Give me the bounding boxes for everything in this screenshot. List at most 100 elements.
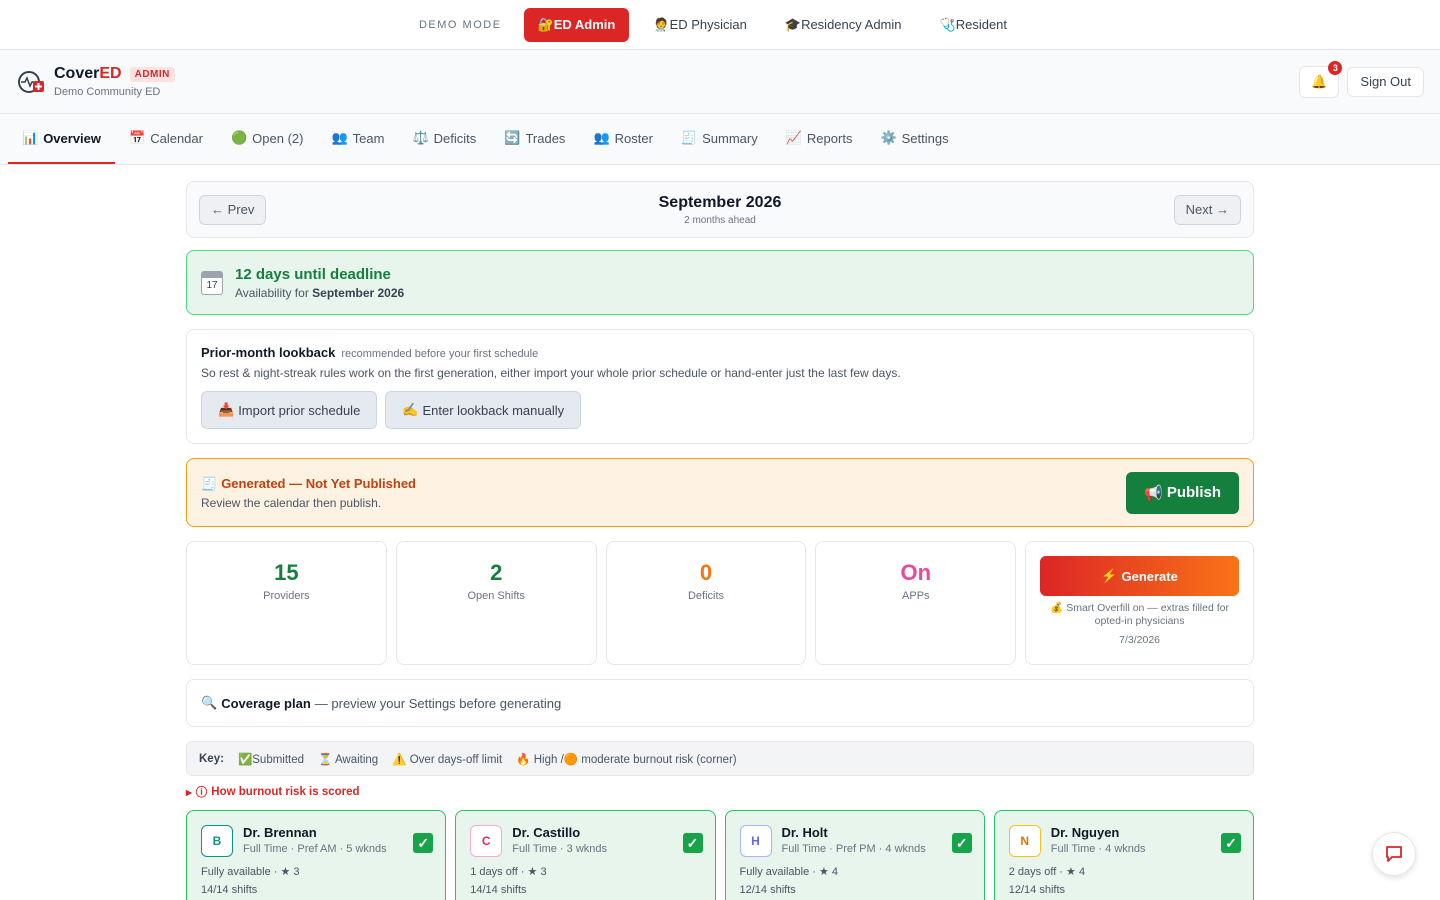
publish-button[interactable]: 📢 Publish <box>1126 471 1239 514</box>
next-month-button[interactable]: Next → <box>1173 194 1241 225</box>
prev-month-button[interactable]: ← Prev <box>199 194 267 225</box>
lock-key-icon: 🔐 <box>537 16 554 32</box>
admin-badge: ADMIN <box>129 66 175 82</box>
app-header: CoverED ADMIN Demo Community ED 🔔 3 Sign… <box>0 50 1440 114</box>
avatar: C <box>470 825 503 857</box>
month-title: September 2026 <box>658 193 782 211</box>
money-bag-icon: 💰 <box>1050 602 1067 614</box>
generate-button[interactable]: ⚡ Generate <box>1040 556 1239 596</box>
stat-providers: 15 Providers <box>186 541 387 665</box>
provider-availability: 1 days off · ★ 3 <box>470 866 547 878</box>
provider-card[interactable]: B Dr. Brennan Full Time · Pref AM · 5 wk… <box>186 810 447 900</box>
provider-card[interactable]: N Dr. Nguyen Full Time · 4 wknds ✓ 2 day… <box>993 810 1254 900</box>
lookback-recommendation: recommended before your first schedule <box>341 348 539 360</box>
provider-availability: Fully available · ★ 4 <box>739 866 839 878</box>
provider-meta: Full Time · 4 wknds <box>1050 843 1146 855</box>
unpublished-title: 🧾 Generated — Not Yet Published <box>201 475 416 492</box>
stat-label: APPs <box>902 590 930 602</box>
star-icon: ★ <box>280 866 291 878</box>
magnifier-icon: 🔍 <box>201 695 218 710</box>
month-navigator: ← Prev September 2026 2 months ahead Nex… <box>186 181 1254 238</box>
tab-deficits[interactable]: ⚖️ Deficits <box>398 114 490 164</box>
role-ed-admin-button[interactable]: 🔐 ED Admin <box>523 7 630 42</box>
provider-availability: Fully available · ★ 3 <box>201 866 300 878</box>
receipt-icon: 🧾 <box>680 130 698 145</box>
provider-shifts: 12/14 shifts <box>739 884 796 896</box>
provider-card[interactable]: C Dr. Castillo Full Time · 3 wknds ✓ 1 d… <box>455 810 716 900</box>
graduation-cap-icon: 🎓 <box>784 16 802 32</box>
deadline-title: 12 days until deadline <box>235 265 391 283</box>
role-label: Resident <box>955 17 1008 32</box>
tab-team[interactable]: 👥 Team <box>317 114 398 164</box>
star-icon: ★ <box>818 866 829 878</box>
coverage-plan-toggle[interactable]: 🔍 Coverage plan — preview your Settings … <box>186 679 1254 727</box>
enter-lookback-button[interactable]: ✍️ Enter lookback manually <box>385 391 582 429</box>
scales-icon: ⚖️ <box>412 130 429 145</box>
generate-panel: ⚡ Generate 💰 Smart Overfill on — extras f… <box>1025 541 1254 665</box>
lookback-title: Prior-month lookback <box>201 345 336 360</box>
tab-open[interactable]: 🟢 Open (2) <box>217 114 318 164</box>
provider-name: Dr. Holt <box>781 825 828 840</box>
role-residency-admin-button[interactable]: 🎓 Residency Admin <box>771 8 916 42</box>
key-awaiting: ⏳ Awaiting <box>318 753 379 766</box>
role-ed-physician-button[interactable]: 🧑‍⚕️ ED Physician <box>639 8 761 42</box>
chat-bubble-icon <box>1386 846 1402 862</box>
coverage-title: Coverage plan <box>221 695 311 711</box>
orange-circle-icon: 🟠 <box>563 753 579 766</box>
key-submitted: ✅Submitted <box>237 753 305 766</box>
receipt-icon: 🧾 <box>201 475 218 491</box>
chat-button[interactable] <box>1372 832 1416 876</box>
star-icon: ★ <box>527 866 538 878</box>
stat-open-shifts: 2 Open Shifts <box>395 541 597 665</box>
notifications-button[interactable]: 🔔 3 <box>1299 60 1343 98</box>
stat-label: Open Shifts <box>467 590 525 602</box>
calendar-icon: 17 <box>201 270 223 295</box>
provider-name: Dr. Castillo <box>512 825 581 840</box>
swap-icon: 🔄 <box>504 130 521 145</box>
role-label: ED Admin <box>553 17 616 32</box>
fire-icon: 🔥 <box>516 753 531 766</box>
calendar-icon: 📅 <box>129 130 146 145</box>
tab-summary[interactable]: 🧾 Summary <box>667 114 772 164</box>
tab-reports[interactable]: 📈 Reports <box>772 114 867 164</box>
stats-row: 15 Providers 2 Open Shifts 0 Deficits On… <box>186 541 1254 665</box>
key-label: Key: <box>199 752 224 765</box>
provider-shifts: 12/14 shifts <box>1008 884 1066 896</box>
provider-shifts: 14/14 shifts <box>470 884 527 896</box>
key-over-limit: ⚠️ Over days-off limit <box>392 753 503 766</box>
tab-trades[interactable]: 🔄 Trades <box>490 114 579 164</box>
month-offset: 2 months ahead <box>684 214 756 226</box>
stethoscope-icon: 🩺 <box>939 16 956 32</box>
organization-name: Demo Community ED <box>54 86 161 98</box>
lightning-icon: ⚡ <box>1101 568 1118 583</box>
demo-mode-label: DEMO MODE <box>418 18 502 31</box>
provider-card[interactable]: H Dr. Holt Full Time · Pref PM · 4 wknds… <box>724 810 985 900</box>
stat-label: Providers <box>263 590 310 602</box>
status-key: Key: ✅Submitted ⏳ Awaiting ⚠️ Over days-… <box>186 741 1254 776</box>
role-resident-button[interactable]: 🩺 Resident <box>926 8 1022 42</box>
import-prior-schedule-button[interactable]: 📥 Import prior schedule <box>201 391 378 429</box>
submitted-check-icon: ✓ <box>413 833 434 853</box>
stat-value: 15 <box>274 560 299 585</box>
tab-calendar[interactable]: 📅 Calendar <box>115 114 217 164</box>
tab-roster[interactable]: 👥 Roster <box>579 114 666 164</box>
line-chart-icon: 📈 <box>785 130 802 145</box>
stat-value: 0 <box>699 560 713 585</box>
tab-settings[interactable]: ⚙️ Settings <box>866 114 962 164</box>
people-icon: 👥 <box>593 130 610 145</box>
stat-label: Deficits <box>687 590 725 602</box>
submitted-check-icon: ✓ <box>682 833 703 853</box>
avatar: H <box>739 825 772 857</box>
burnout-scoring-toggle[interactable]: ▸ ⓘ How burnout risk is scored <box>186 784 1254 800</box>
generated-date: 7/3/2026 <box>1119 634 1161 646</box>
key-burnout: 🔥 High /🟠 moderate burnout risk (corner) <box>516 753 737 766</box>
tab-overview[interactable]: 📊 Overview <box>8 114 116 164</box>
provider-meta: Full Time · Pref AM · 5 wknds <box>243 843 387 855</box>
people-icon: 👥 <box>331 130 348 145</box>
submitted-check-icon: ✓ <box>951 833 972 853</box>
provider-meta: Full Time · Pref PM · 4 wknds <box>781 843 926 855</box>
overview-content: ← Prev September 2026 2 months ahead Nex… <box>186 165 1254 900</box>
sign-out-button[interactable]: Sign Out <box>1347 66 1424 97</box>
check-box-icon: ✅ <box>237 753 253 766</box>
submitted-check-icon: ✓ <box>1221 833 1241 853</box>
